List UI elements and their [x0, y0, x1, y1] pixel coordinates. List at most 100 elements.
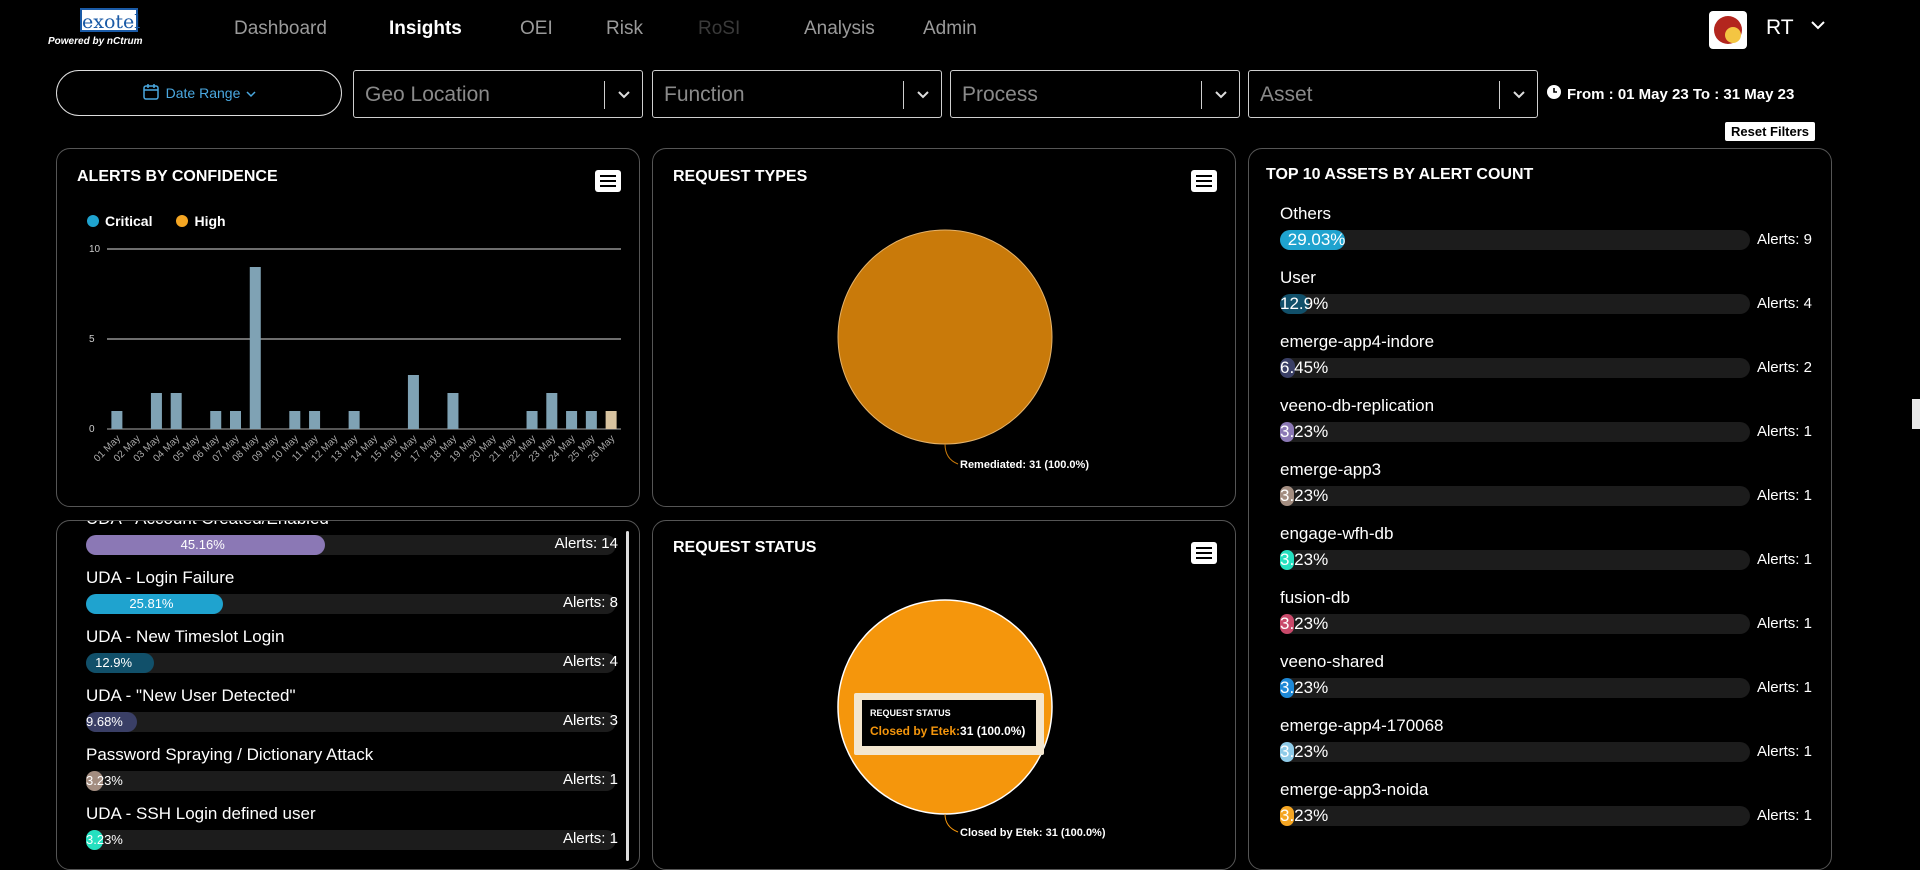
progress-track [1280, 742, 1750, 762]
percent-label: 3.23% [1280, 678, 1329, 697]
alert-type-item[interactable]: UDA - New Timeslot Login 12.9% Alerts: 4 [86, 627, 618, 675]
alert-type-label: UDA - SSH Login defined user [86, 804, 316, 823]
alert-type-label: UDA - "New User Detected" [86, 686, 296, 705]
side-handle[interactable] [1912, 399, 1920, 429]
alert-count: Alerts: 1 [1756, 423, 1812, 440]
asset-label: Others [1280, 204, 1332, 223]
pie-data-label: Remediated: 31 (100.0%) [960, 459, 1089, 471]
percent-label: 25.81% [129, 596, 174, 611]
nav-dashboard[interactable]: Dashboard [234, 18, 327, 40]
alert-type-item[interactable]: UDA - "New User Detected" 9.68% Alerts: 3 [86, 686, 618, 734]
chevron-down-icon [1511, 87, 1527, 108]
percent-label: 12.9% [1280, 294, 1329, 313]
request-status-panel: REQUEST STATUS Closed by Etek: 31 (100.0… [652, 520, 1236, 870]
panel-title: TOP 10 ASSETS BY ALERT COUNT [1266, 166, 1534, 183]
bar-critical [210, 411, 222, 429]
asset-label: User [1280, 268, 1316, 287]
asset-label: emerge-app4-170068 [1280, 716, 1444, 735]
asset-item[interactable]: emerge-app4-170068 3.23% Alerts: 1 [1280, 716, 1812, 764]
nav-admin[interactable]: Admin [923, 18, 977, 40]
alert-type-label: UDA - Account Created/Enabled [86, 521, 329, 529]
legend-item-high[interactable]: High [176, 213, 226, 229]
asset-item[interactable]: Others 29.03% Alerts: 9 [1280, 204, 1812, 252]
chevron-down-icon [1213, 87, 1229, 108]
asset-select[interactable]: Asset [1248, 70, 1538, 118]
pie-data-label: Closed by Etek: 31 (100.0%) [960, 827, 1106, 839]
progress-track [1280, 550, 1750, 570]
scrollbar[interactable] [626, 531, 629, 861]
chevron-down-icon[interactable] [1810, 18, 1826, 36]
alert-count: Alerts: 1 [1756, 551, 1812, 568]
alert-type-label: Password Spraying / Dictionary Attack [86, 745, 374, 764]
request-types-pie: Remediated: 31 (100.0%) [837, 229, 1089, 471]
percent-label: 3.23% [1280, 486, 1329, 505]
asset-item[interactable]: emerge-app3-noida 3.23% Alerts: 1 [1280, 780, 1812, 828]
caret-icon [246, 85, 256, 101]
alert-type-item[interactable]: UDA - Account Created/Enabled 45.16% Alert… [86, 521, 618, 557]
request-types-panel: REQUEST TYPES Remediated: 31 (100.0%) [652, 148, 1236, 507]
y-tick-label: 0 [89, 424, 95, 435]
alert-type-item[interactable]: UDA - Login Failure 25.81% Alerts: 8 [86, 568, 618, 616]
legend-dot [87, 215, 99, 227]
alert-types-list[interactable]: UDA - Account Created/Enabled 45.16% Alert… [86, 521, 618, 861]
tooltip-title: REQUEST STATUS [870, 708, 951, 718]
alert-type-item[interactable]: UDA - SSH Login defined user 3.23% Alerts:… [86, 804, 618, 852]
nav-oei[interactable]: OEI [520, 18, 553, 40]
asset-item[interactable]: veeno-db-replication 3.23% Alerts: 1 [1280, 396, 1812, 444]
asset-item[interactable]: veeno-shared 3.23% Alerts: 1 [1280, 652, 1812, 700]
org-avatar[interactable] [1709, 11, 1747, 49]
bar-critical [309, 411, 321, 429]
alert-count: Alerts: 1 [1756, 743, 1812, 760]
geo-location-select[interactable]: Geo Location [353, 70, 643, 118]
confidence-bar-chart: 051001 May02 May03 May04 May05 May06 May… [89, 244, 621, 464]
asset-item[interactable]: emerge-app4-indore 6.45% Alerts: 2 [1280, 332, 1812, 380]
tooltip-row: Closed by Etek:31 (100.0%) [870, 724, 1026, 738]
alert-count: Alerts: 1 [1756, 679, 1812, 696]
nav-analysis[interactable]: Analysis [804, 18, 875, 40]
bar-critical [289, 411, 301, 429]
alert-count: Alerts: 1 [562, 830, 618, 847]
date-period: From : 01 May 23 To : 31 May 23 [1546, 84, 1794, 104]
legend-item-critical[interactable]: Critical [87, 213, 152, 229]
alert-type-item[interactable]: Password Spraying / Dictionary Attack 3.2… [86, 745, 618, 793]
user-initials[interactable]: RT [1766, 16, 1794, 40]
percent-label: 3.23% [1280, 806, 1329, 825]
percent-label: 3.23% [1280, 422, 1329, 441]
progress-track [1280, 678, 1750, 698]
alert-count: Alerts: 1 [562, 771, 618, 788]
menu-icon[interactable] [595, 170, 621, 192]
powered-by: Powered by nCtrum [48, 36, 143, 47]
asset-item[interactable]: User 12.9% Alerts: 4 [1280, 268, 1812, 316]
progress-track [1280, 358, 1750, 378]
nav-insights[interactable]: Insights [389, 18, 462, 40]
asset-item[interactable]: fusion-db 3.23% Alerts: 1 [1280, 588, 1812, 636]
bar-critical [447, 393, 459, 429]
pie-slice-remediated [837, 229, 1053, 445]
bar-critical [150, 393, 162, 429]
nav-rosi[interactable]: RoSI [698, 18, 740, 40]
chevron-down-icon [616, 87, 632, 108]
progress-track [1280, 806, 1750, 826]
geo-location-placeholder: Geo Location [365, 83, 490, 106]
progress-track [86, 712, 616, 732]
alert-count: Alerts: 14 [554, 535, 618, 552]
progress-track [86, 771, 616, 791]
bar-critical [111, 411, 123, 429]
nav-risk[interactable]: Risk [606, 18, 643, 40]
asset-item[interactable]: emerge-app3 3.23% Alerts: 1 [1280, 460, 1812, 508]
process-select[interactable]: Process [950, 70, 1240, 118]
asset-placeholder: Asset [1260, 83, 1313, 106]
asset-item[interactable]: engage-wfh-db 3.23% Alerts: 1 [1280, 524, 1812, 572]
progress-track [86, 535, 616, 555]
date-range-label: Date Range [165, 85, 241, 101]
progress-track [86, 830, 616, 850]
brand-logo[interactable]: exotel Powered by nCtrum [48, 8, 168, 54]
y-tick-label: 5 [89, 334, 95, 345]
date-range-button[interactable]: Date Range [56, 70, 342, 116]
asset-label: emerge-app3 [1280, 460, 1382, 479]
percent-label: 29.03% [1287, 230, 1346, 249]
reset-filters-button[interactable]: Reset Filters [1725, 122, 1816, 141]
alerts-by-confidence-panel: ALERTS BY CONFIDENCE Critical High 0 5 10 0… [56, 148, 640, 507]
function-select[interactable]: Function [652, 70, 942, 118]
alert-count: Alerts: 2 [1756, 359, 1812, 376]
